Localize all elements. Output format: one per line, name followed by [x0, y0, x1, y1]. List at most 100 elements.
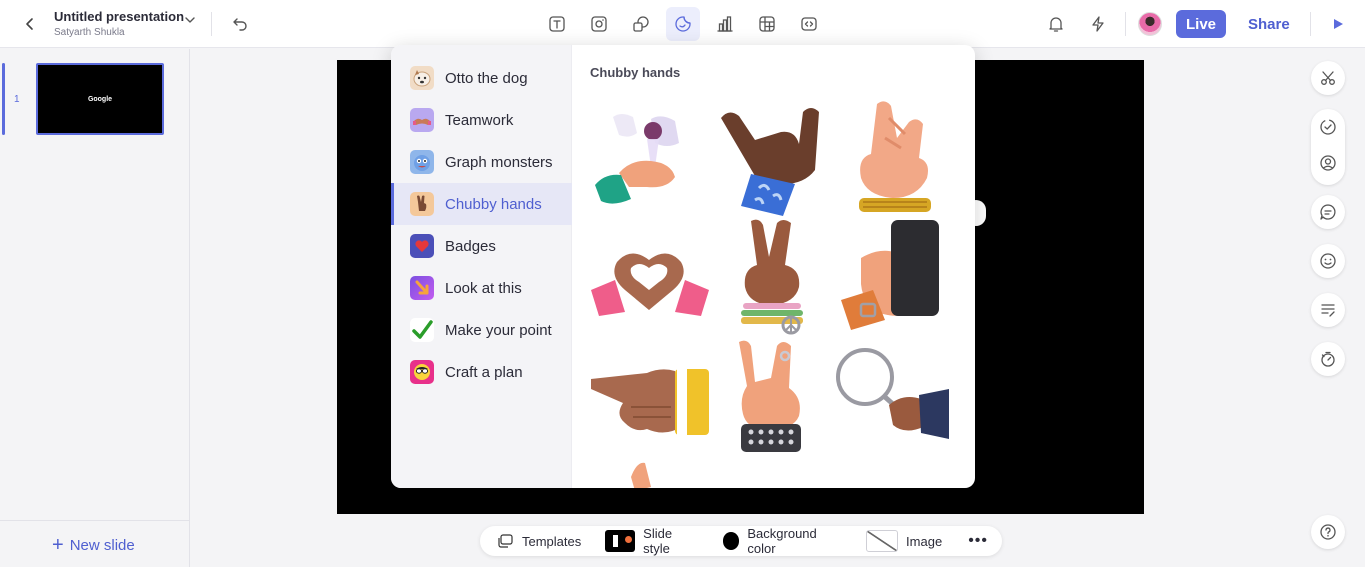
category-label: Look at this — [445, 279, 522, 297]
presentation-title-block[interactable]: Untitled presentation Satyarth Shukla — [54, 9, 184, 38]
image-tool[interactable] — [582, 7, 616, 41]
category-label: Graph monsters — [445, 153, 553, 171]
reactions-button[interactable] — [1311, 244, 1345, 278]
sticker-hand-fingers-crossed[interactable] — [831, 98, 949, 216]
image-icon — [591, 16, 607, 32]
text-tool[interactable] — [540, 7, 574, 41]
animation-button[interactable] — [1311, 342, 1345, 376]
notifications-button[interactable] — [1044, 12, 1068, 36]
text-icon — [549, 16, 565, 32]
category-label: Make your point — [445, 321, 552, 339]
sticker-hand-shaka[interactable] — [711, 100, 829, 218]
chart-tool[interactable] — [708, 7, 742, 41]
sticker-hand-holding-phone[interactable] — [831, 218, 949, 336]
undo-button[interactable] — [228, 12, 252, 36]
table-tool[interactable] — [750, 7, 784, 41]
table-icon — [759, 16, 775, 32]
category-label: Craft a plan — [445, 363, 523, 381]
review-button[interactable] — [1318, 117, 1338, 137]
timer-icon — [1321, 351, 1335, 367]
slide-number: 1 — [14, 94, 20, 105]
share-button[interactable]: Share — [1242, 10, 1296, 38]
empty-image-icon — [866, 530, 899, 552]
tools-button[interactable] — [1311, 61, 1345, 95]
smiley-icon — [1320, 253, 1336, 269]
category-chubby-hands[interactable]: Chubby hands — [391, 183, 572, 225]
owner-name: Satyarth Shukla — [54, 27, 125, 38]
embed-icon — [801, 17, 817, 31]
sticker-tool[interactable] — [666, 7, 700, 41]
help-icon — [1320, 524, 1336, 540]
dog-icon — [410, 66, 434, 90]
comment-icon — [1320, 204, 1336, 220]
user-circle-icon — [1320, 155, 1336, 171]
slide-options-bar: Templates Slide style Background color I… — [480, 526, 1002, 556]
templates-label: Templates — [522, 533, 582, 549]
quick-actions-button[interactable] — [1086, 12, 1110, 36]
shapes-icon — [633, 16, 649, 32]
sticker-hand-pointing[interactable] — [591, 343, 709, 461]
sticker-grid-title: Chubby hands — [590, 65, 681, 80]
category-label: Otto the dog — [445, 69, 528, 87]
embed-tool[interactable] — [792, 7, 826, 41]
check-circle-icon — [1320, 119, 1336, 135]
divider — [0, 520, 190, 521]
back-button[interactable] — [18, 12, 42, 36]
sticker-hand-peace-sign[interactable] — [711, 217, 829, 335]
present-button[interactable] — [1326, 12, 1350, 36]
slide-style-label: Slide style — [643, 526, 673, 556]
monster-icon — [410, 150, 434, 174]
sticker-picker: Otto the dog Teamwork Graph monsters Chu… — [391, 45, 975, 488]
slide-style-swatch — [605, 530, 636, 552]
teamwork-icon — [410, 108, 434, 132]
divider — [211, 12, 212, 36]
category-teamwork[interactable]: Teamwork — [391, 99, 572, 141]
background-color-label: Background color — [747, 526, 817, 556]
category-make-your-point[interactable]: Make your point — [391, 309, 572, 351]
category-look-at-this[interactable]: Look at this — [391, 267, 572, 309]
live-button[interactable]: Live — [1176, 10, 1226, 38]
presentation-title[interactable]: Untitled presentation — [54, 9, 184, 24]
slides-panel: 1 Google + New slide — [0, 49, 190, 567]
slide-style-button[interactable]: Slide style — [593, 526, 710, 556]
sticker-category-list: Otto the dog Teamwork Graph monsters Chu… — [391, 45, 572, 488]
sticker-hand-magnifier[interactable] — [831, 343, 949, 461]
arrow-icon — [410, 276, 434, 300]
help-button[interactable] — [1311, 515, 1345, 549]
comments-button[interactable] — [1311, 195, 1345, 229]
notes-icon — [1321, 304, 1335, 317]
chevron-left-icon — [26, 18, 33, 30]
active-slide-indicator — [2, 63, 5, 135]
category-craft-a-plan[interactable]: Craft a plan — [391, 351, 572, 393]
face-icon — [410, 360, 434, 384]
shapes-tool[interactable] — [624, 7, 658, 41]
templates-button[interactable]: Templates — [480, 526, 593, 556]
color-swatch — [722, 532, 740, 550]
heart-badge-icon — [410, 234, 434, 258]
sticker-hand-partial[interactable] — [611, 457, 729, 488]
top-bar: Untitled presentation Satyarth Shukla Li… — [0, 0, 1365, 48]
background-image-button[interactable]: Image — [854, 526, 954, 556]
hand-icon — [410, 192, 434, 216]
category-otto-the-dog[interactable]: Otto the dog — [391, 57, 572, 99]
plus-icon: + — [52, 534, 64, 556]
insert-toolbar — [540, 7, 826, 41]
new-slide-label: New slide — [69, 536, 135, 554]
user-avatar[interactable] — [1138, 12, 1162, 36]
category-badges[interactable]: Badges — [391, 225, 572, 267]
chevron-down-icon[interactable] — [184, 14, 196, 26]
slide-thumbnail[interactable]: Google — [36, 63, 164, 135]
sticker-hand-holding-glass[interactable] — [591, 103, 709, 221]
category-label: Badges — [445, 237, 496, 255]
category-graph-monsters[interactable]: Graph monsters — [391, 141, 572, 183]
divider — [1125, 12, 1126, 36]
profile-button[interactable] — [1318, 153, 1338, 173]
new-slide-button[interactable]: + New slide — [52, 535, 135, 555]
background-color-button[interactable]: Background color — [711, 526, 855, 556]
undo-icon — [233, 18, 247, 31]
notes-button[interactable] — [1311, 293, 1345, 327]
image-label: Image — [906, 533, 943, 549]
more-options-button[interactable]: ••• — [954, 532, 1002, 550]
sticker-hand-rock-sign[interactable] — [711, 338, 829, 456]
sticker-hands-heart[interactable] — [591, 220, 709, 338]
